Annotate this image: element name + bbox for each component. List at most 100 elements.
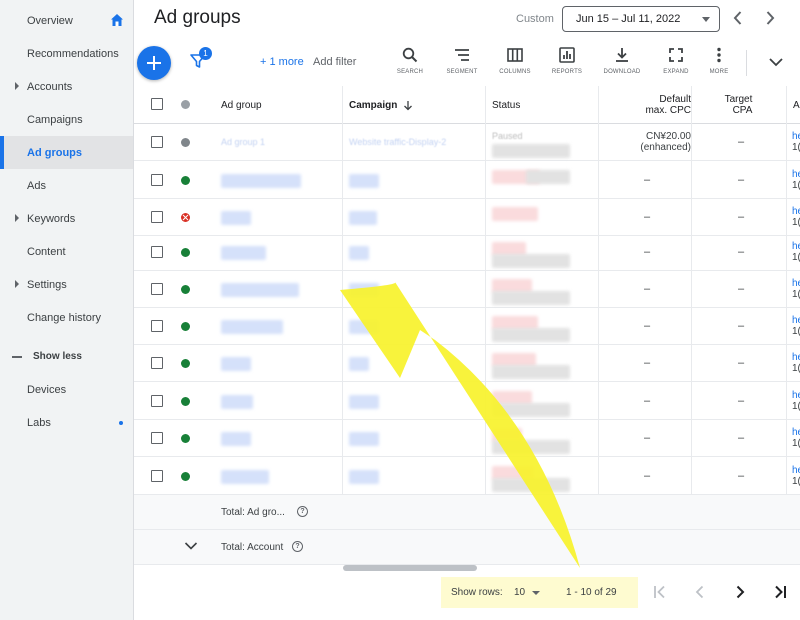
sidebar-item-devices[interactable]: Devices bbox=[0, 373, 133, 406]
redacted-ad-group-name[interactable] bbox=[221, 357, 251, 371]
sidebar-item-accounts[interactable]: Accounts bbox=[0, 70, 133, 103]
default-cpc-value[interactable]: CN¥20.00 (enhanced) bbox=[598, 131, 691, 153]
row-checkbox[interactable] bbox=[151, 395, 163, 407]
row-checkbox[interactable] bbox=[151, 136, 163, 148]
sidebar-item-change-history[interactable]: Change history bbox=[0, 301, 133, 334]
dropdown-arrow-icon[interactable] bbox=[532, 591, 540, 595]
row-checkbox[interactable] bbox=[151, 246, 163, 258]
redacted-status bbox=[492, 291, 570, 305]
redacted-campaign-name[interactable] bbox=[349, 246, 369, 260]
column-header-default-cpc[interactable]: Default max. CPC bbox=[598, 86, 691, 124]
table-row[interactable]: – – he1( bbox=[134, 234, 800, 271]
sidebar-item-ads[interactable]: Ads bbox=[0, 169, 133, 202]
truncated-link[interactable]: he1( bbox=[792, 465, 800, 487]
redacted-ad-group-name[interactable] bbox=[221, 320, 283, 334]
truncated-link[interactable]: he1( bbox=[792, 427, 800, 449]
sidebar-item-labs[interactable]: Labs bbox=[0, 406, 133, 439]
columns-tool-button[interactable]: COLUMNS bbox=[493, 46, 537, 82]
redacted-ad-group-name[interactable] bbox=[221, 283, 299, 297]
row-checkbox[interactable] bbox=[151, 432, 163, 444]
redacted-ad-group-name[interactable] bbox=[221, 432, 251, 446]
truncated-link[interactable]: he1( bbox=[792, 169, 800, 191]
date-range-type-label: Custom bbox=[516, 13, 554, 25]
campaign-name[interactable]: Website traffic-Display-2 bbox=[349, 137, 446, 147]
redacted-campaign-name[interactable] bbox=[349, 432, 379, 446]
table-row[interactable]: Ad group 1 Website traffic-Display-2 Pau… bbox=[134, 124, 800, 161]
add-filter-button[interactable]: Add filter bbox=[313, 56, 356, 68]
truncated-link[interactable]: he1( bbox=[792, 206, 800, 228]
last-page-icon[interactable] bbox=[771, 583, 789, 601]
truncated-link[interactable]: he1( bbox=[792, 278, 800, 300]
row-checkbox[interactable] bbox=[151, 320, 163, 332]
first-page-icon[interactable] bbox=[651, 583, 669, 601]
sidebar-item-recommendations[interactable]: Recommendations bbox=[0, 37, 133, 70]
show-less-toggle[interactable]: Show less bbox=[0, 340, 133, 373]
column-header-status[interactable]: Status bbox=[492, 86, 520, 124]
table-row[interactable]: – – he1( bbox=[134, 345, 800, 382]
reports-tool-button[interactable]: REPORTS bbox=[545, 46, 589, 82]
redacted-campaign-name[interactable] bbox=[349, 470, 379, 484]
redacted-campaign-name[interactable] bbox=[349, 174, 379, 188]
redacted-ad-group-name[interactable] bbox=[221, 211, 251, 225]
next-page-icon[interactable] bbox=[731, 583, 749, 601]
sidebar-item-keywords[interactable]: Keywords bbox=[0, 202, 133, 235]
truncated-link[interactable]: he1( bbox=[792, 390, 800, 412]
sidebar-item-campaigns[interactable]: Campaigns bbox=[0, 103, 133, 136]
truncated-link[interactable]: he1( bbox=[792, 315, 800, 337]
redacted-ad-group-name[interactable] bbox=[221, 395, 253, 409]
redacted-ad-group-name[interactable] bbox=[221, 246, 266, 260]
table-row[interactable]: – – he1( bbox=[134, 383, 800, 420]
sidebar-item-overview[interactable]: Overview bbox=[0, 4, 133, 37]
truncated-link[interactable]: he1( bbox=[792, 131, 800, 153]
table-row[interactable]: – – he1( bbox=[134, 271, 800, 308]
sidebar-item-content[interactable]: Content bbox=[0, 235, 133, 268]
help-icon[interactable]: ? bbox=[292, 541, 303, 552]
select-all-checkbox[interactable] bbox=[151, 98, 163, 110]
truncated-link[interactable]: he1( bbox=[792, 352, 800, 374]
date-range-picker[interactable]: Jun 15 – Jul 11, 2022 bbox=[562, 6, 720, 32]
row-checkbox[interactable] bbox=[151, 357, 163, 369]
column-header-campaign[interactable]: Campaign bbox=[349, 86, 413, 124]
ad-group-name[interactable]: Ad group 1 bbox=[221, 137, 265, 147]
table-row[interactable]: – – he1( bbox=[134, 458, 800, 495]
table-row[interactable]: – – he1( bbox=[134, 420, 800, 457]
table-row[interactable]: – – he1( bbox=[134, 162, 800, 199]
sidebar-item-ad-groups[interactable]: Ad groups bbox=[0, 136, 133, 169]
chevron-down-icon[interactable] bbox=[184, 541, 198, 551]
help-icon[interactable]: ? bbox=[297, 506, 308, 517]
column-header-target-cpa[interactable]: Target CPA bbox=[692, 86, 785, 124]
row-checkbox[interactable] bbox=[151, 470, 163, 482]
download-tool-button[interactable]: DOWNLOAD bbox=[600, 46, 644, 82]
column-header-truncated[interactable]: A bbox=[793, 86, 800, 124]
redacted-campaign-name[interactable] bbox=[349, 283, 379, 297]
create-button[interactable] bbox=[137, 46, 171, 80]
sidebar-item-settings[interactable]: Settings bbox=[0, 268, 133, 301]
redacted-ad-group-name[interactable] bbox=[221, 174, 301, 188]
search-tool-button[interactable]: SEARCH bbox=[388, 46, 432, 82]
row-checkbox[interactable] bbox=[151, 211, 163, 223]
expand-tool-button[interactable]: EXPAND bbox=[654, 46, 698, 82]
segment-tool-button[interactable]: SEGMENT bbox=[440, 46, 484, 82]
truncated-link[interactable]: he1( bbox=[792, 241, 800, 263]
table-row[interactable]: – – he1( bbox=[134, 199, 800, 236]
rows-per-page-select[interactable]: 10 bbox=[514, 587, 525, 598]
row-checkbox[interactable] bbox=[151, 174, 163, 186]
row-checkbox[interactable] bbox=[151, 283, 163, 295]
link-fragment: he bbox=[792, 169, 800, 180]
column-header-ad-group[interactable]: Ad group bbox=[221, 86, 262, 124]
redacted-campaign-name[interactable] bbox=[349, 320, 379, 334]
next-period-chevron-icon[interactable] bbox=[760, 8, 780, 28]
redacted-campaign-name[interactable] bbox=[349, 395, 379, 409]
redacted-campaign-name[interactable] bbox=[349, 211, 377, 225]
previous-page-icon[interactable] bbox=[691, 583, 709, 601]
redacted-ad-group-name[interactable] bbox=[221, 470, 269, 484]
horizontal-scrollbar-thumb[interactable] bbox=[343, 565, 477, 571]
more-tool-button[interactable]: MORE bbox=[697, 46, 741, 82]
chevron-down-icon[interactable] bbox=[767, 55, 785, 69]
previous-period-chevron-icon[interactable] bbox=[728, 8, 748, 28]
tool-label: REPORTS bbox=[551, 69, 583, 75]
more-filters-link[interactable]: + 1 more bbox=[260, 56, 304, 68]
table-row[interactable]: – – he1( bbox=[134, 308, 800, 345]
status-filter-dot[interactable] bbox=[181, 100, 190, 109]
redacted-campaign-name[interactable] bbox=[349, 357, 369, 371]
